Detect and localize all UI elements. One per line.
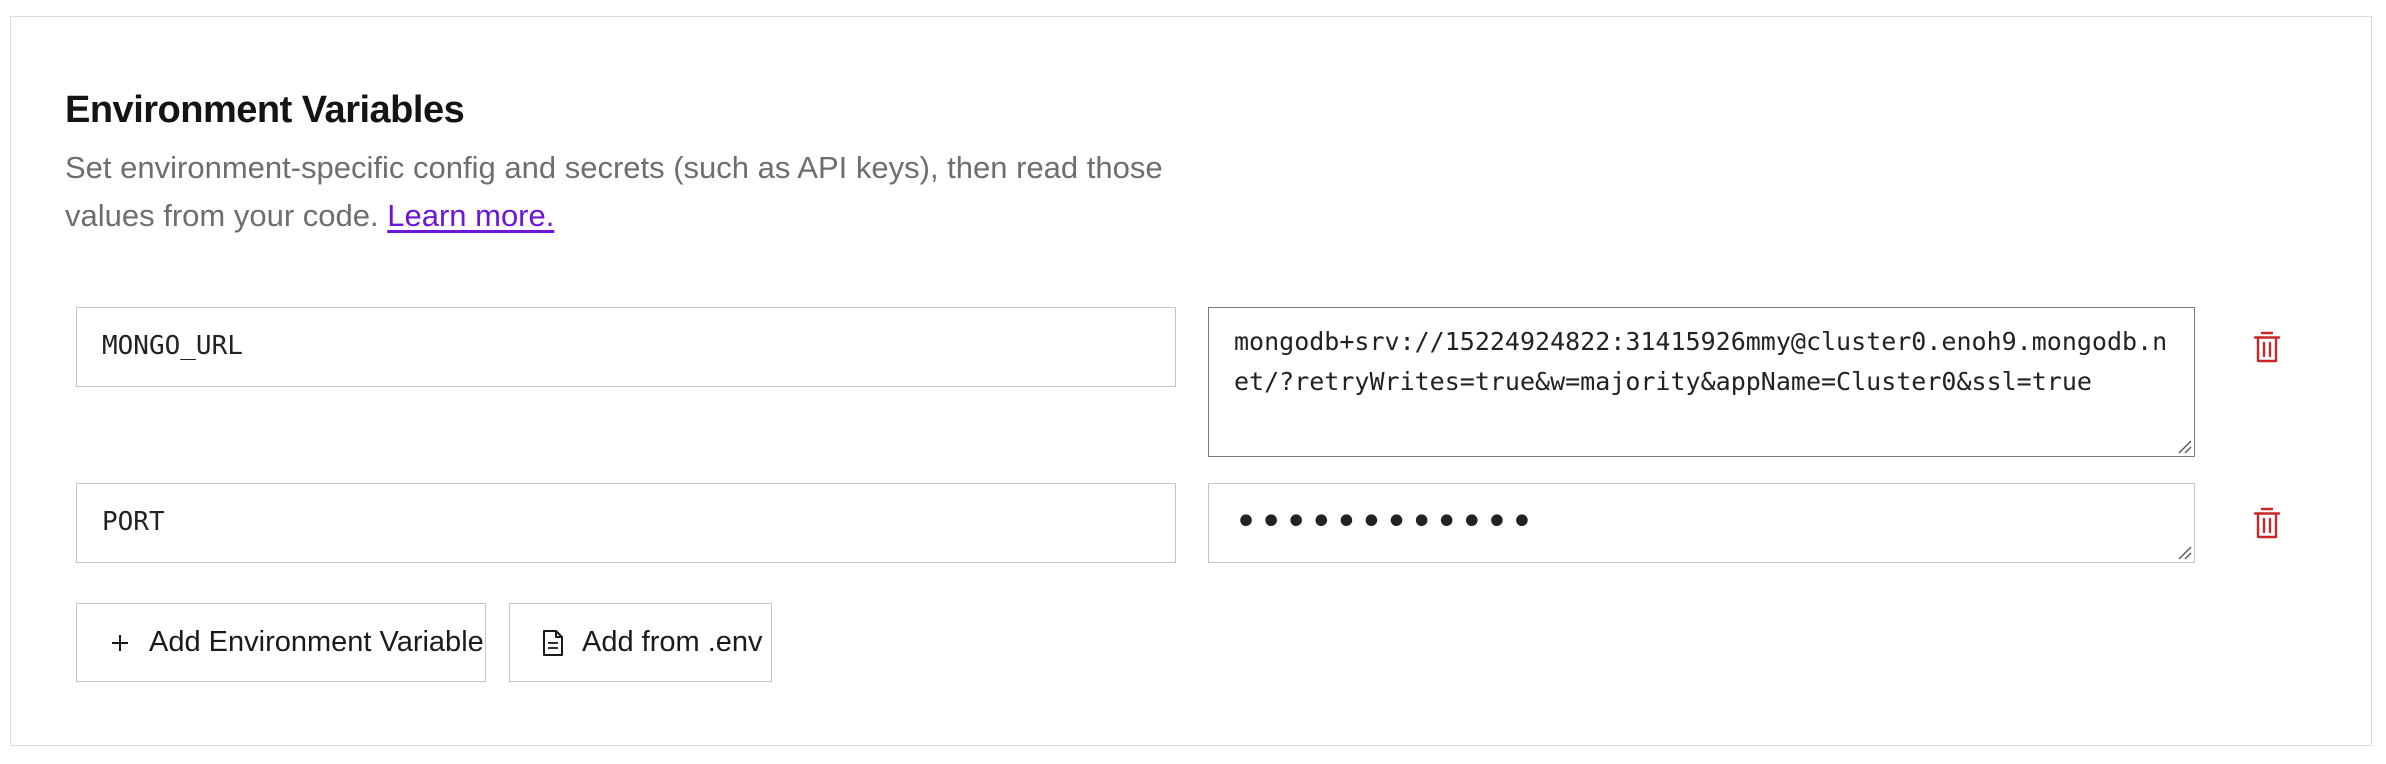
add-from-env-button[interactable]: Add from .env	[509, 603, 772, 682]
trash-icon[interactable]	[2252, 506, 2282, 540]
add-environment-variable-button[interactable]: Add Environment Variable	[76, 603, 486, 682]
section-description: Set environment-specific config and secr…	[65, 144, 1205, 240]
env-value-text: mongodb+srv://15224924822:31415926mmy@cl…	[1234, 327, 2168, 396]
add-environment-variable-label: Add Environment Variable	[149, 626, 484, 658]
section-title: Environment Variables	[65, 89, 465, 131]
masked-value-text: ••••••••••••	[1234, 499, 1535, 545]
file-icon	[540, 629, 566, 657]
trash-icon[interactable]	[2252, 330, 2282, 364]
learn-more-link[interactable]: Learn more.	[387, 198, 554, 233]
plus-icon	[107, 629, 133, 657]
add-from-env-label: Add from .env	[582, 626, 763, 658]
description-text: Set environment-specific config and secr…	[65, 150, 1163, 233]
env-value-textarea[interactable]: mongodb+srv://15224924822:31415926mmy@cl…	[1208, 307, 2195, 457]
env-key-input[interactable]: MONGO_URL	[76, 307, 1176, 387]
resize-grip-icon[interactable]	[2176, 544, 2192, 560]
env-value-textarea-masked[interactable]: ••••••••••••	[1208, 483, 2195, 563]
resize-grip-icon[interactable]	[2176, 438, 2192, 454]
env-key-input[interactable]: PORT	[76, 483, 1176, 563]
